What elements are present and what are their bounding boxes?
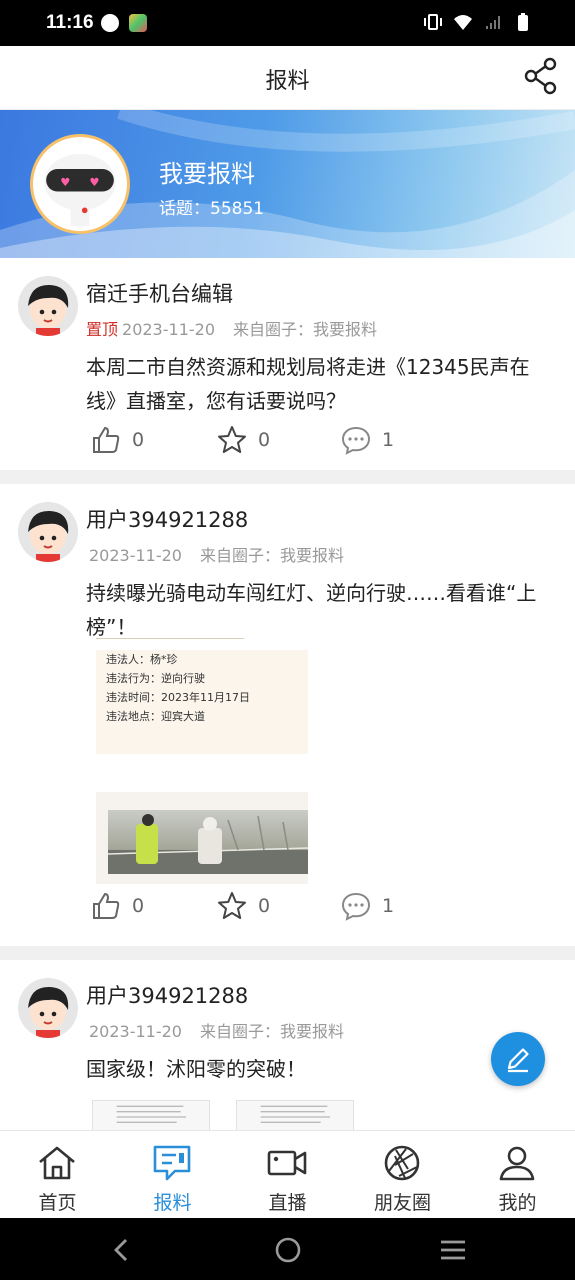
tab-report[interactable]: 报料	[115, 1131, 230, 1219]
topic-title: 我要报料	[159, 160, 255, 188]
comment-button[interactable]: 1	[340, 890, 394, 922]
favorite-button[interactable]: 0	[216, 890, 270, 922]
back-icon[interactable]	[108, 1236, 136, 1264]
author-avatar[interactable]	[18, 502, 78, 562]
post-feed[interactable]: 宿迁手机台编辑 置顶 2023-11-20 来自圈子：我要报料 本周二市自然资源和规…	[0, 258, 575, 1130]
title-bar: 报料	[0, 46, 575, 110]
aperture-icon	[384, 1145, 420, 1181]
thumbs-up-icon	[93, 892, 120, 919]
post-card[interactable]: 宿迁手机台编辑 置顶 2023-11-20 来自圈子：我要报料 本周二市自然资源和规…	[0, 258, 575, 470]
post-card[interactable]: 用户394921288 2023-11-20 来自圈子：我要报料 国家级！沭阳零的…	[0, 960, 575, 1130]
post-actions: 0 0 1	[90, 890, 510, 926]
post-date: 2023-11-20	[122, 320, 215, 339]
app-notification-icon	[129, 14, 147, 32]
pinned-badge: 置顶	[86, 320, 119, 339]
image-text-line: 违法行为：逆向行驶	[106, 672, 205, 685]
tab-moments[interactable]: 朋友圈	[345, 1131, 460, 1219]
post-author[interactable]: 宿迁手机台编辑	[86, 278, 233, 308]
topic-count-value: 55851	[210, 199, 265, 219]
wifi-icon	[454, 15, 472, 30]
pencil-icon	[507, 1048, 529, 1073]
post-circle[interactable]: 来自圈子：我要报料	[200, 1022, 344, 1041]
report-icon	[153, 1145, 191, 1181]
like-count: 0	[132, 895, 145, 917]
post-date: 2023-11-20	[89, 546, 182, 565]
svg-text:♥: ♥	[89, 176, 99, 189]
author-avatar[interactable]	[18, 276, 78, 336]
post-image-photo[interactable]	[96, 792, 308, 884]
tab-label: 我的	[498, 1192, 537, 1214]
home-icon	[39, 1146, 75, 1180]
comment-icon	[341, 892, 371, 921]
image-divider	[96, 638, 244, 639]
thumbs-up-icon	[93, 426, 120, 453]
signal-icon	[486, 16, 500, 29]
svg-text:♥: ♥	[60, 176, 70, 189]
user-icon	[499, 1146, 535, 1181]
home-circle-icon[interactable]	[274, 1236, 302, 1264]
author-avatar[interactable]	[18, 978, 78, 1038]
topic-avatar: ♥ ♥	[30, 134, 130, 234]
post-image-thumb[interactable]	[92, 1100, 210, 1130]
post-text[interactable]: 国家级！沭阳零的突破！	[86, 1052, 556, 1086]
post-image-thumbnails[interactable]	[92, 1100, 354, 1130]
favorite-count: 0	[258, 895, 271, 917]
post-author[interactable]: 用户394921288	[86, 980, 248, 1010]
like-button[interactable]: 0	[90, 424, 144, 456]
post-circle[interactable]: 来自圈子：我要报料	[200, 546, 344, 565]
post-card[interactable]: 用户394921288 2023-11-20 来自圈子：我要报料 持续曝光骑电动车…	[0, 484, 575, 946]
tab-mine[interactable]: 我的	[460, 1131, 575, 1219]
favorite-button[interactable]: 0	[216, 424, 270, 456]
status-bar: 11:16	[0, 0, 575, 46]
post-actions: 0 0 1	[90, 424, 510, 460]
vibrate-icon	[424, 14, 442, 30]
star-icon	[218, 892, 246, 919]
tab-home[interactable]: 首页	[0, 1131, 115, 1219]
post-meta: 置顶 2023-11-20 来自圈子：我要报料	[86, 316, 377, 340]
post-author[interactable]: 用户394921288	[86, 504, 248, 534]
check-notification-icon	[101, 14, 119, 32]
image-text-line: 违法地点：迎宾大道	[106, 710, 205, 723]
like-button[interactable]: 0	[90, 890, 144, 922]
post-meta: 2023-11-20 来自圈子：我要报料	[89, 542, 344, 566]
tab-label: 朋友圈	[373, 1192, 431, 1214]
traffic-photo	[108, 810, 308, 874]
page-title: 报料	[265, 69, 310, 94]
tab-label: 报料	[153, 1192, 192, 1214]
post-image-document[interactable]: 违法人：杨*珍 违法行为：逆向行驶 违法时间：2023年11月17日 违法地点：…	[96, 638, 308, 754]
topic-count: 话题：55851	[159, 194, 264, 219]
bottom-tab-bar: 首页 报料 直播 朋友圈 我的	[0, 1130, 575, 1218]
like-count: 0	[132, 429, 145, 451]
post-text[interactable]: 本周二市自然资源和规划局将走进《12345民声在线》直播室，您有话要说吗？	[86, 350, 556, 418]
image-text-line: 违法时间：2023年11月17日	[106, 691, 250, 704]
share-icon[interactable]	[523, 56, 559, 96]
system-nav-bar	[0, 1218, 575, 1280]
post-text[interactable]: 持续曝光骑电动车闯红灯、逆向行驶……看看谁“上榜”！	[86, 576, 556, 644]
tab-label: 直播	[268, 1192, 307, 1214]
comment-count: 1	[382, 895, 395, 917]
topic-count-label: 话题：	[159, 199, 210, 219]
status-time: 11:16	[46, 12, 94, 33]
topic-banner: ♥ ♥ 我要报料 话题：55851	[0, 110, 575, 258]
comment-icon	[341, 426, 371, 455]
battery-icon	[518, 13, 528, 31]
comment-button[interactable]: 1	[340, 424, 394, 456]
post-meta: 2023-11-20 来自圈子：我要报料	[89, 1018, 344, 1042]
image-text-line: 违法人：杨*珍	[106, 653, 178, 666]
tab-label: 首页	[38, 1192, 77, 1214]
favorite-count: 0	[258, 429, 271, 451]
comment-count: 1	[382, 429, 395, 451]
post-image-thumb[interactable]	[236, 1100, 354, 1130]
post-date: 2023-11-20	[89, 1022, 182, 1041]
menu-icon[interactable]	[439, 1236, 467, 1264]
compose-post-button[interactable]	[491, 1032, 545, 1086]
post-circle[interactable]: 来自圈子：我要报料	[233, 320, 377, 339]
star-icon	[218, 426, 246, 453]
live-camera-icon	[267, 1150, 307, 1176]
tab-live[interactable]: 直播	[230, 1131, 345, 1219]
